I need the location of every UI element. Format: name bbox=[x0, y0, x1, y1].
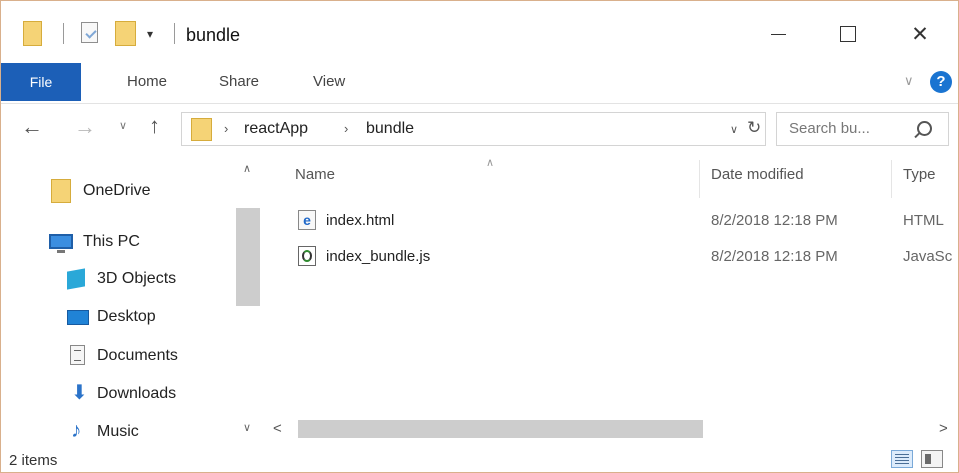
title-bar: ▾ bundle ✕ bbox=[1, 1, 958, 63]
tab-share[interactable]: Share bbox=[219, 63, 259, 101]
tab-home[interactable]: Home bbox=[127, 63, 167, 101]
status-bar: 2 items bbox=[1, 446, 958, 472]
file-type: HTML bbox=[903, 212, 944, 229]
scrollbar-thumb[interactable] bbox=[298, 420, 703, 438]
address-dropdown-icon[interactable]: ∨ bbox=[730, 123, 738, 136]
sidebar-item-3d-objects[interactable]: 3D Objects bbox=[1, 262, 231, 296]
onedrive-folder-icon bbox=[51, 179, 71, 203]
toolbar-separator bbox=[174, 23, 175, 44]
sidebar-item-label: This PC bbox=[83, 233, 140, 250]
address-bar[interactable]: › reactApp › bundle ∨ ↻ bbox=[181, 112, 766, 146]
recent-locations-icon[interactable]: ∨ bbox=[119, 119, 127, 132]
breadcrumb-separator-icon[interactable]: › bbox=[344, 121, 348, 136]
sidebar-item-music[interactable]: ♪ Music bbox=[1, 415, 231, 449]
file-type: JavaSc bbox=[903, 248, 953, 265]
search-icon[interactable] bbox=[917, 121, 932, 136]
sidebar-item-label: Documents bbox=[97, 347, 178, 364]
scroll-left-icon[interactable]: < bbox=[273, 420, 282, 437]
new-folder-icon[interactable] bbox=[115, 21, 136, 46]
column-header-date-modified[interactable]: Date modified bbox=[711, 166, 804, 183]
tab-view[interactable]: View bbox=[313, 63, 345, 101]
column-divider[interactable] bbox=[891, 160, 892, 198]
up-arrow-icon[interactable]: ↑ bbox=[149, 113, 160, 139]
file-row[interactable]: e index.html 8/2/2018 12:18 PM HTML bbox=[290, 208, 950, 234]
sidebar-item-desktop[interactable]: Desktop bbox=[1, 300, 231, 334]
folder-icon[interactable] bbox=[23, 21, 42, 46]
breadcrumb-separator-icon[interactable]: › bbox=[224, 121, 228, 136]
downloads-icon: ⬇ bbox=[71, 382, 88, 404]
sidebar-item-this-pc[interactable]: This PC bbox=[1, 225, 231, 259]
html-file-icon: e bbox=[298, 210, 316, 230]
js-file-icon bbox=[298, 246, 316, 266]
sidebar-item-label: OneDrive bbox=[83, 182, 151, 199]
file-list: ∧ Name Date modified Type e index.html 8… bbox=[265, 156, 958, 446]
sidebar-item-label: Music bbox=[97, 423, 139, 440]
file-name: index_bundle.js bbox=[326, 248, 431, 265]
minimize-button[interactable] bbox=[759, 19, 797, 49]
sidebar-item-label: Desktop bbox=[97, 308, 156, 325]
window-title: bundle bbox=[186, 25, 241, 45]
scroll-up-icon[interactable]: ∧ bbox=[243, 162, 251, 175]
forward-arrow-icon[interactable]: → bbox=[74, 114, 96, 140]
help-icon[interactable]: ? bbox=[930, 71, 952, 93]
quick-access-dropdown-icon[interactable]: ▾ bbox=[147, 27, 153, 41]
item-count: 2 items bbox=[9, 452, 58, 469]
file-row[interactable]: index_bundle.js 8/2/2018 12:18 PM JavaSc bbox=[290, 244, 953, 270]
sidebar-item-label: Downloads bbox=[97, 385, 177, 402]
scrollbar-thumb[interactable] bbox=[236, 208, 260, 306]
file-date-modified: 8/2/2018 12:18 PM bbox=[711, 212, 838, 229]
horizontal-scrollbar[interactable]: < > bbox=[265, 416, 958, 442]
breadcrumb-bundle[interactable]: bundle bbox=[366, 120, 414, 138]
properties-icon[interactable] bbox=[81, 22, 98, 43]
file-name: index.html bbox=[326, 212, 395, 229]
sidebar-item-downloads[interactable]: ⬇ Downloads bbox=[1, 377, 231, 411]
details-view-icon[interactable] bbox=[891, 450, 913, 468]
refresh-icon[interactable]: ↻ bbox=[747, 118, 761, 138]
computer-icon bbox=[49, 234, 73, 253]
file-date-modified: 8/2/2018 12:18 PM bbox=[711, 248, 838, 265]
music-icon: ♪ bbox=[71, 419, 82, 442]
address-row: ← → ∨ ↑ › reactApp › bundle ∨ ↻ bbox=[1, 104, 958, 154]
ribbon-tabs: File Home Share View ∨ ? bbox=[1, 63, 958, 104]
back-arrow-icon[interactable]: ← bbox=[21, 114, 43, 140]
sidebar-item-label: 3D Objects bbox=[97, 270, 177, 287]
column-header-type[interactable]: Type bbox=[903, 166, 936, 183]
nav-scrollbar[interactable]: ∧ ∨ bbox=[236, 156, 260, 446]
explorer-window: ▾ bundle ✕ File Home Share View ∨ ? ← → … bbox=[0, 0, 959, 473]
navigation-pane: OneDrive This PC 3D Objects Desktop Docu… bbox=[1, 156, 265, 446]
search-input[interactable] bbox=[789, 120, 909, 137]
close-button[interactable]: ✕ bbox=[901, 19, 939, 49]
column-header-name[interactable]: Name bbox=[295, 166, 335, 183]
scroll-right-icon[interactable]: > bbox=[939, 420, 948, 437]
toolbar-separator bbox=[63, 23, 64, 44]
documents-icon bbox=[70, 345, 85, 365]
sidebar-item-onedrive[interactable]: OneDrive bbox=[1, 174, 231, 208]
tab-file[interactable]: File bbox=[1, 63, 81, 101]
3d-objects-icon bbox=[67, 268, 85, 290]
sidebar-item-documents[interactable]: Documents bbox=[1, 339, 231, 373]
folder-icon bbox=[191, 118, 212, 141]
desktop-icon bbox=[67, 310, 89, 325]
large-icons-view-icon[interactable] bbox=[921, 450, 943, 468]
maximize-button[interactable] bbox=[829, 19, 867, 49]
column-divider[interactable] bbox=[699, 160, 700, 198]
expand-ribbon-icon[interactable]: ∨ bbox=[904, 73, 914, 89]
sort-ascending-icon: ∧ bbox=[486, 157, 495, 169]
breadcrumb-reactapp[interactable]: reactApp bbox=[244, 120, 308, 138]
search-box[interactable] bbox=[776, 112, 949, 146]
scroll-down-icon[interactable]: ∨ bbox=[243, 421, 251, 434]
